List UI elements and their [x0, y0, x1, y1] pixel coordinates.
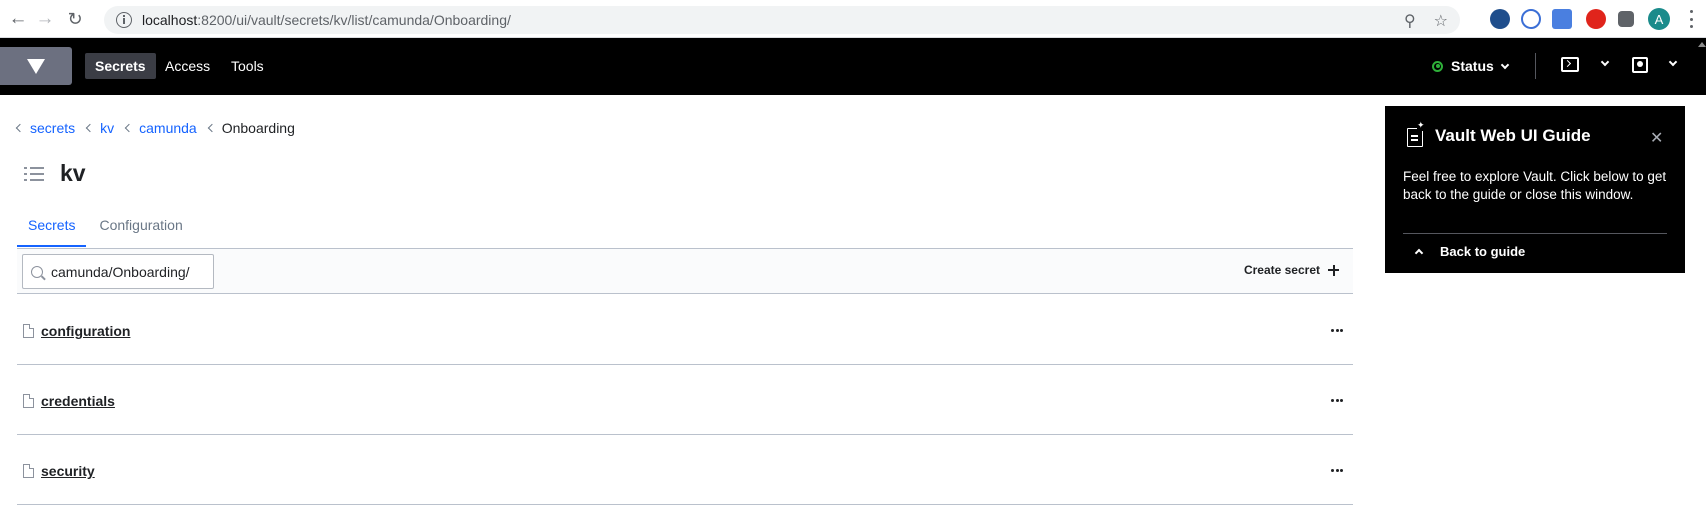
guide-title: Vault Web UI Guide	[1435, 126, 1591, 145]
secret-link[interactable]: security	[41, 463, 95, 479]
chevron-left-icon	[207, 123, 216, 133]
nav-divider	[1535, 53, 1536, 79]
guide-body: Feel free to explore Vault. Click below …	[1403, 169, 1667, 202]
page-header: kv	[24, 160, 86, 187]
close-icon[interactable]: ✕	[1650, 128, 1663, 148]
user-menu-icon[interactable]	[1632, 57, 1648, 73]
list-icon	[24, 166, 44, 182]
breadcrumb-camunda[interactable]: camunda	[139, 120, 197, 136]
file-icon	[23, 324, 34, 338]
chevron-up-icon	[1414, 248, 1424, 258]
guide-icon	[1407, 120, 1425, 147]
chevron-left-icon	[15, 123, 25, 133]
key-icon[interactable]: ⚲	[1404, 11, 1416, 31]
nav-access[interactable]: Access	[155, 53, 220, 79]
status-ok-icon	[1432, 60, 1443, 72]
nav-tools[interactable]: Tools	[221, 53, 274, 79]
file-icon	[23, 464, 34, 478]
profile-avatar[interactable]: A	[1648, 8, 1670, 30]
back-to-guide-label: Back to guide	[1440, 244, 1526, 259]
nav-secrets[interactable]: Secrets	[85, 53, 156, 79]
bookmark-star-icon[interactable]: ☆	[1434, 11, 1448, 31]
extension-icon[interactable]	[1521, 9, 1541, 29]
search-icon	[31, 265, 43, 278]
list-toolbar: camunda/Onboarding/ Create secret	[17, 249, 1353, 294]
site-info-icon[interactable]	[116, 12, 132, 28]
breadcrumb-current: Onboarding	[221, 120, 295, 136]
url-text[interactable]: localhost:8200/ui/vault/secrets/kv/list/…	[142, 12, 511, 28]
file-icon	[23, 394, 34, 408]
more-options-icon[interactable]	[1331, 399, 1343, 402]
vault-logo[interactable]	[0, 47, 72, 85]
breadcrumb-kv[interactable]: kv	[100, 120, 114, 136]
console-icon[interactable]	[1561, 57, 1579, 72]
more-options-icon[interactable]	[1331, 329, 1343, 332]
create-secret-button[interactable]: Create secret	[1244, 263, 1339, 277]
list-item[interactable]: security	[17, 435, 1353, 505]
secret-link[interactable]: credentials	[41, 393, 115, 409]
search-input[interactable]: camunda/Onboarding/	[22, 254, 214, 289]
create-secret-label: Create secret	[1243, 263, 1320, 277]
list-item[interactable]: configuration	[17, 295, 1353, 365]
scrollbar-up-arrow[interactable]	[1698, 42, 1706, 47]
guide-divider	[1403, 233, 1667, 234]
plus-icon	[1328, 264, 1339, 276]
breadcrumb-secrets[interactable]: secrets	[30, 120, 75, 136]
status-label: Status	[1451, 58, 1494, 74]
extension-icon[interactable]	[1490, 9, 1510, 29]
page-title: kv	[60, 160, 86, 186]
search-value[interactable]: camunda/Onboarding/	[51, 264, 190, 280]
status-menu[interactable]: Status	[1432, 58, 1510, 74]
guide-popup: Vault Web UI Guide ✕ Feel free to explor…	[1385, 106, 1685, 273]
chevron-down-icon	[1500, 60, 1510, 69]
chevron-down-icon[interactable]	[1668, 57, 1678, 67]
back-to-guide-button[interactable]: Back to guide	[1414, 244, 1526, 259]
address-bar[interactable]: localhost:8200/ui/vault/secrets/kv/list/…	[104, 6, 1460, 34]
chevron-left-icon	[124, 123, 134, 133]
chevron-down-icon[interactable]	[1600, 57, 1610, 67]
extensions-puzzle-icon[interactable]	[1618, 11, 1634, 27]
tab-secrets[interactable]: Secrets	[17, 213, 87, 247]
breadcrumb: secrets kv camunda Onboarding	[15, 120, 307, 136]
more-options-icon[interactable]	[1331, 469, 1343, 472]
vault-header: Secrets Access Tools Status	[0, 38, 1706, 95]
tab-bar: Secrets Configuration	[17, 213, 194, 247]
browser-toolbar: ← → ↻ localhost:8200/ui/vault/secrets/kv…	[0, 0, 1706, 38]
tab-configuration[interactable]: Configuration	[88, 213, 193, 247]
vault-logo-icon	[27, 58, 45, 74]
chevron-left-icon	[85, 123, 95, 133]
reload-icon[interactable]: ↻	[62, 6, 88, 32]
extension-icon[interactable]	[1586, 9, 1606, 29]
list-item[interactable]: credentials	[17, 365, 1353, 435]
secret-link[interactable]: configuration	[41, 323, 130, 339]
translate-extension-icon[interactable]	[1552, 9, 1572, 29]
browser-menu-icon[interactable]	[1689, 10, 1693, 28]
back-arrow-icon[interactable]: ←	[5, 6, 31, 32]
forward-arrow-icon[interactable]: →	[32, 6, 58, 32]
